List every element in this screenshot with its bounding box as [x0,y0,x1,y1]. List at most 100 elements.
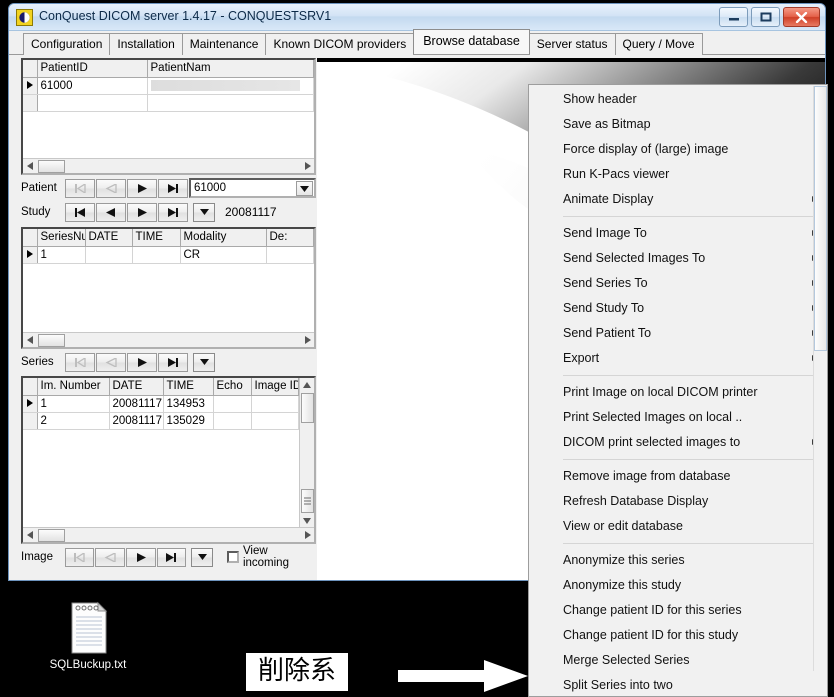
col-modality[interactable]: Modality [180,229,267,247]
menu-item-anonymize-this-series[interactable]: Anonymize this series [529,548,827,573]
title-bar[interactable]: ConQuest DICOM server 1.4.17 - CONQUESTS… [9,4,825,31]
menu-item-send-study-to[interactable]: Send Study To [529,296,827,321]
tab-configuration[interactable]: Configuration [23,33,111,55]
cell-time: 134953 [163,395,214,413]
study-first-button[interactable] [65,202,95,222]
series-grid[interactable]: SeriesNu DATE TIME Modality De: 1 CR [21,227,316,349]
menu-item-print-image-on-local-dicom-printer[interactable]: Print Image on local DICOM printer [529,380,827,405]
col-time[interactable]: TIME [132,229,181,247]
table-row[interactable]: 2 20081117 135029 [23,412,299,430]
col-time[interactable]: TIME [163,378,214,396]
table-row[interactable]: 61000 [23,77,314,95]
hscroll-thumb[interactable] [38,159,65,173]
menu-item-change-patient-id-for-this-study[interactable]: Change patient ID for this study [529,623,827,648]
menu-item-view-or-edit-database[interactable]: View or edit database [529,514,827,539]
study-next-button[interactable] [127,202,157,222]
image-grid-hscrollbar[interactable] [23,527,314,542]
menu-item-print-selected-images-on-local[interactable]: Print Selected Images on local .. [529,405,827,430]
context-menu-scroll-thumb[interactable] [814,86,827,351]
hscroll-thumb[interactable] [38,333,65,347]
scroll-up-icon[interactable] [300,378,314,392]
table-row[interactable]: 1 20081117 134953 [23,395,299,413]
col-description[interactable]: De: [266,229,314,247]
patient-first-button[interactable] [65,178,95,198]
menu-item-send-patient-to[interactable]: Send Patient To [529,321,827,346]
menu-item-send-image-to[interactable]: Send Image To [529,221,827,246]
view-incoming-checkbox-row[interactable]: View incoming [227,545,316,569]
vscroll-grip[interactable] [300,489,314,513]
col-date[interactable]: DATE [85,229,133,247]
image-grid[interactable]: Im. Number DATE TIME Echo Image ID 1 200… [21,376,316,544]
view-incoming-checkbox[interactable] [227,551,239,563]
col-imageid[interactable]: Image ID [251,378,299,396]
menu-item-force-display-of-large-image[interactable]: Force display of (large) image [529,137,827,162]
tab-browse-database[interactable]: Browse database [413,29,530,54]
menu-item-run-k-pacs-viewer[interactable]: Run K-Pacs viewer [529,162,827,187]
context-menu[interactable]: Show header Save as Bitmap Force display o… [528,84,828,697]
col-date[interactable]: DATE [109,378,164,396]
menu-item-dicom-print-selected-images-to[interactable]: DICOM print selected images to [529,430,827,455]
menu-item-save-as-bitmap[interactable]: Save as Bitmap [529,112,827,137]
series-next-button[interactable] [127,352,157,372]
scroll-left-icon[interactable] [23,528,37,542]
tab-installation[interactable]: Installation [109,33,183,55]
menu-item-change-patient-id-for-this-series[interactable]: Change patient ID for this series [529,598,827,623]
patient-last-button[interactable] [158,178,188,198]
study-dropdown-button[interactable] [193,202,215,222]
patient-grid[interactable]: PatientID PatientNam 61000 [21,58,316,175]
tab-known-dicom-providers[interactable]: Known DICOM providers [265,33,415,55]
scroll-right-icon[interactable] [300,333,314,347]
tab-server-status[interactable]: Server status [528,33,616,55]
menu-item-remove-image-from-database[interactable]: Remove image from database [529,464,827,489]
image-grid-vscrollbar[interactable] [299,378,314,527]
study-last-button[interactable] [158,202,188,222]
series-navigation: Series [21,351,316,373]
scroll-right-icon[interactable] [300,528,314,542]
series-last-button[interactable] [158,352,188,372]
image-last-button[interactable] [156,547,187,567]
col-seriesnumber[interactable]: SeriesNu [37,229,86,247]
menu-item-split-series-into-two[interactable]: Split Series into two [529,673,827,696]
menu-item-animate-display[interactable]: Animate Display [529,187,827,212]
study-prev-button[interactable] [96,202,126,222]
menu-item-show-header[interactable]: Show header [529,87,827,112]
scroll-left-icon[interactable] [23,159,37,173]
menu-item-merge-selected-series[interactable]: Merge Selected Series [529,648,827,673]
series-grid-hscrollbar[interactable] [23,332,314,347]
image-first-button[interactable] [64,547,95,567]
menu-item-anonymize-this-study[interactable]: Anonymize this study [529,573,827,598]
patient-grid-hscrollbar[interactable] [23,158,314,173]
patient-id-combo[interactable]: 61000 [189,178,316,198]
col-imnumber[interactable]: Im. Number [37,378,110,396]
tab-query-move[interactable]: Query / Move [614,33,703,55]
col-echo[interactable]: Echo [213,378,252,396]
menu-item-send-series-to[interactable]: Send Series To [529,271,827,296]
annotation-delete-group-text: 削除系 [244,651,351,693]
menu-item-export[interactable]: Export [529,346,827,371]
image-prev-button[interactable] [95,547,125,567]
patient-next-button[interactable] [127,178,157,198]
col-patientname[interactable]: PatientNam [147,60,314,78]
scroll-down-icon[interactable] [300,513,314,527]
table-row[interactable]: 1 CR [23,246,314,264]
maximize-button[interactable] [751,7,780,27]
close-button[interactable] [783,7,820,27]
patient-prev-button[interactable] [96,178,126,198]
tab-maintenance[interactable]: Maintenance [181,33,267,55]
image-dropdown-button[interactable] [191,547,214,567]
scroll-right-icon[interactable] [300,159,314,173]
scroll-left-icon[interactable] [23,333,37,347]
desktop-icon-sqlbuckup[interactable]: SQLBuckup.txt [42,601,134,672]
minimize-button[interactable] [719,7,748,27]
chevron-down-icon[interactable] [296,181,313,196]
menu-item-refresh-database-display[interactable]: Refresh Database Display [529,489,827,514]
vscroll-thumb[interactable] [300,393,314,423]
image-next-button[interactable] [125,547,156,567]
series-dropdown-button[interactable] [193,352,215,372]
context-menu-scrollbar[interactable] [813,86,827,671]
series-first-button[interactable] [65,352,95,372]
series-prev-button[interactable] [96,352,126,372]
hscroll-thumb[interactable] [38,528,65,542]
col-patientid[interactable]: PatientID [37,60,148,78]
menu-item-send-selected-images-to[interactable]: Send Selected Images To [529,246,827,271]
